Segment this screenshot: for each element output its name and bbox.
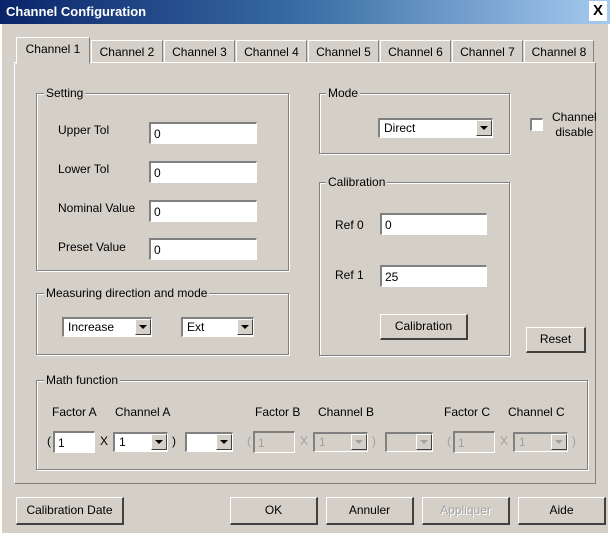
mode-value: Direct [384,121,416,135]
nominal-value-field[interactable]: 0 [149,200,257,222]
open-paren-c: ( [447,434,451,448]
window-title: Channel Configuration [6,4,147,19]
tab-channel-6[interactable]: Channel 6 [380,40,451,62]
channel-c-value: 1 [519,435,526,449]
ext-mode-value: Ext [187,320,205,334]
open-paren-b: ( [247,434,251,448]
cancel-button[interactable]: Annuler [326,497,414,525]
chevron-down-icon[interactable] [351,434,367,450]
chevron-down-icon[interactable] [476,120,492,136]
setting-legend: Setting [44,86,86,100]
help-button[interactable]: Aide [518,497,606,525]
calibration-date-button[interactable]: Calibration Date [16,497,124,525]
mode-ext-select[interactable]: Ext [181,317,254,337]
channel-a-select[interactable]: 1 [113,432,168,452]
nominal-value-label: Nominal Value [58,201,136,215]
apply-button[interactable]: Appliquer [422,497,510,525]
close-paren-a: ) [172,434,176,448]
tab-channel-1[interactable]: Channel 1 [16,37,90,64]
operator-b-select[interactable] [385,432,433,452]
operator-a-select[interactable] [185,432,233,452]
direction-select[interactable]: Increase [62,317,152,337]
channel-c-select[interactable]: 1 [513,432,568,452]
ref1-field[interactable]: 25 [380,265,487,287]
close-paren-c: ) [572,434,576,448]
chevron-down-icon[interactable] [416,434,432,450]
tab-channel-3[interactable]: Channel 3 [164,40,235,62]
chevron-down-icon[interactable] [237,319,253,335]
channel-b-label: Channel B [318,405,375,419]
chevron-down-icon[interactable] [151,434,167,450]
factor-a-label: Factor A [52,405,97,419]
measuring-legend: Measuring direction and mode [44,286,210,300]
mode-select[interactable]: Direct [378,118,493,138]
close-paren-b: ) [372,434,376,448]
channel-disable-label-line2: disable [555,125,594,139]
close-icon[interactable]: X [589,1,607,21]
tab-channel-4[interactable]: Channel 4 [236,40,307,62]
channel-b-value: 1 [319,435,326,449]
channel-disable-label-line1: Channel [552,110,597,124]
preset-value-field[interactable]: 0 [149,238,257,260]
factor-c-label: Factor C [444,405,491,419]
reset-button[interactable]: Reset [526,327,586,353]
lower-tol-label: Lower Tol [58,162,110,176]
ok-button[interactable]: OK [230,497,318,525]
math-function-group [36,380,588,470]
title-bar[interactable]: Channel Configuration [0,0,610,24]
preset-value-label: Preset Value [58,240,126,254]
calibration-button[interactable]: Calibration [380,314,468,340]
channel-a-value: 1 [119,435,126,449]
factor-c-field[interactable]: 1 [453,431,495,453]
channel-c-label: Channel C [508,405,565,419]
tab-channel-7[interactable]: Channel 7 [452,40,523,62]
upper-tol-label: Upper Tol [58,123,110,137]
ref1-label: Ref 1 [335,268,364,282]
channel-disable-checkbox[interactable] [530,118,543,131]
math-function-legend: Math function [44,373,121,387]
direction-value: Increase [68,320,115,334]
lower-tol-field[interactable]: 0 [149,161,257,183]
open-paren-a: ( [47,434,51,448]
mode-legend: Mode [326,86,361,100]
factor-a-field[interactable]: 1 [53,431,95,453]
times-b: X [300,434,309,448]
upper-tol-field[interactable]: 0 [149,122,257,144]
factor-b-label: Factor B [255,405,301,419]
times-a: X [100,434,109,448]
channel-b-select[interactable]: 1 [313,432,368,452]
calibration-legend: Calibration [326,175,388,189]
tab-channel-8[interactable]: Channel 8 [524,40,594,62]
tab-channel-5[interactable]: Channel 5 [308,40,379,62]
chevron-down-icon[interactable] [216,434,232,450]
tab-channel-2[interactable]: Channel 2 [91,40,163,62]
channel-a-label: Channel A [115,405,171,419]
factor-b-field[interactable]: 1 [253,431,295,453]
chevron-down-icon[interactable] [551,434,567,450]
channel-disable-label: Channel disable [552,110,597,140]
ref0-field[interactable]: 0 [380,213,487,235]
ref0-label: Ref 0 [335,218,364,232]
times-c: X [500,434,509,448]
chevron-down-icon[interactable] [135,319,151,335]
